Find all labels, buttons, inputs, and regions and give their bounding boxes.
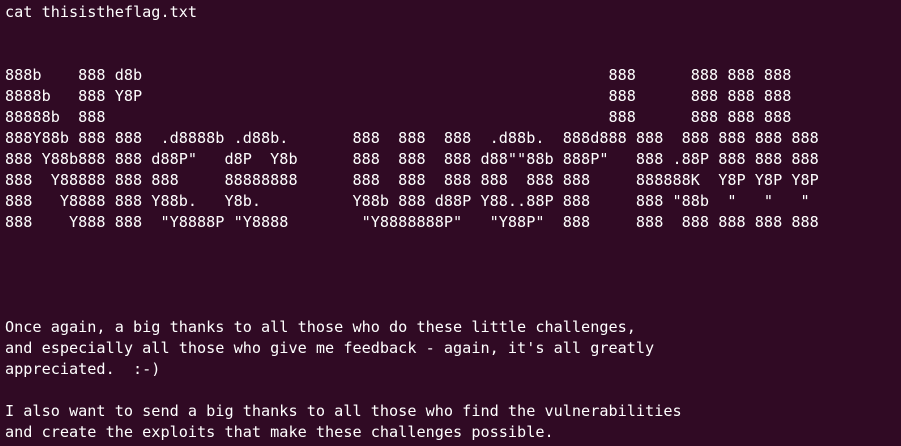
message-line: and especially all those who give me fee… xyxy=(5,339,655,357)
ascii-art-line: 88888b 888 888 888 888 888 xyxy=(5,108,792,126)
ascii-art-line: 888 Y88888 888 888 88888888 888 888 888 … xyxy=(5,171,819,189)
terminal-window[interactable]: cat thisistheflag.txt 888b 888 d8b 888 8… xyxy=(0,0,901,446)
ascii-art-line: 8888b 888 Y8P 888 888 888 888 xyxy=(5,87,792,105)
ascii-art-line: 888b 888 d8b 888 888 888 888 xyxy=(5,66,792,84)
ascii-art-line: 888 Y8888 888 Y88b. Y8b. Y88b 888 d88P Y… xyxy=(5,192,810,210)
command-line: cat thisistheflag.txt xyxy=(5,3,198,21)
ascii-art-line: 888 Y88b888 888 d88P" d8P Y8b 888 888 88… xyxy=(5,150,819,168)
message-line: appreciated. :-) xyxy=(5,360,161,378)
ascii-art-line: 888Y88b 888 888 .d8888b .d88b. 888 888 8… xyxy=(5,129,819,147)
message-line: Once again, a big thanks to all those wh… xyxy=(5,318,636,336)
message-line: and create the exploits that make these … xyxy=(5,423,554,441)
ascii-art-line: 888 Y888 888 "Y8888P "Y8888 "Y8888888P" … xyxy=(5,213,819,231)
message-line: I also want to send a big thanks to all … xyxy=(5,402,682,420)
